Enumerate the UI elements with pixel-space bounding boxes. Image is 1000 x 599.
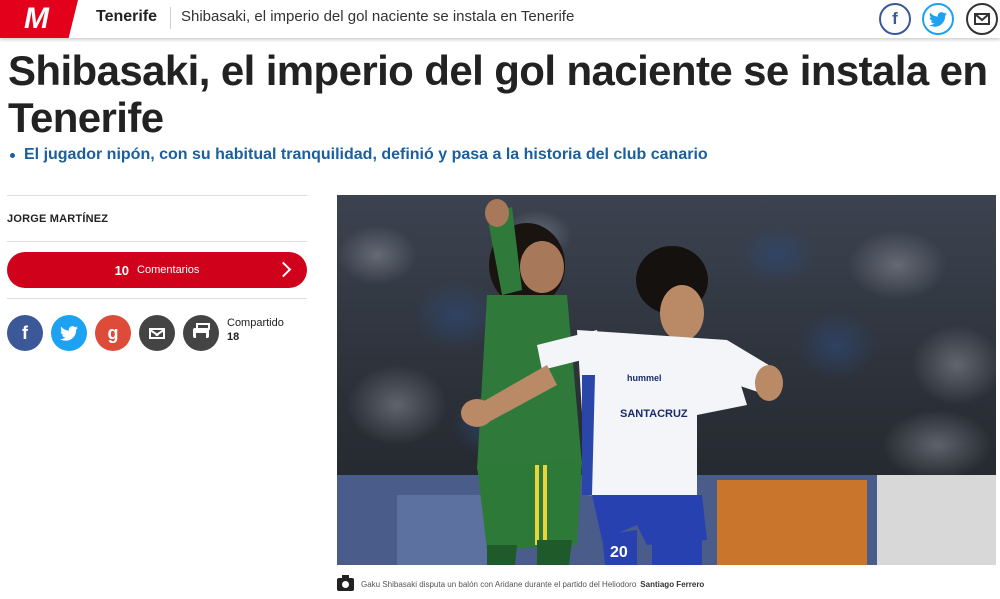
comments-label: Comentarios [137,264,200,276]
header-mail-share-button[interactable] [966,3,998,35]
photo-caption: Gaku Shibasaki disputa un balón con Arid… [337,575,997,591]
shared-count: 18 [227,331,240,343]
photo-credit: Santiago Ferrero [640,580,705,589]
shirt-number: 20 [610,544,628,561]
googleplus-share-button[interactable]: g [95,315,131,351]
article-headline: Shibasaki, el imperio del gol naciente s… [8,47,988,141]
caption-text: Gaku Shibasaki disputa un balón con Arid… [361,580,637,589]
header-article-title: Shibasaki, el imperio del gol naciente s… [181,8,575,25]
comments-count: 10 [114,262,130,278]
mail-icon [149,327,165,339]
header-divider [170,7,171,29]
article-subtitle: El jugador nipón, con su habitual tranqu… [8,146,988,164]
facebook-share-button[interactable]: f [7,315,43,351]
author-name[interactable]: JORGE MARTÍNEZ [7,196,307,241]
divider [7,241,307,242]
article-photo[interactable]: hummel SANTACRUZ 20 [337,195,996,565]
shirt-brand: hummel [627,373,662,383]
article-meta-column: JORGE MARTÍNEZ 10 Comentarios f g Compar… [7,195,307,375]
twitter-icon [60,325,78,341]
shirt-sponsor: SANTACRUZ [620,408,688,420]
mail-share-button[interactable] [139,315,175,351]
printer-icon [193,323,210,338]
shared-label: Compartido [227,317,284,329]
top-bar: M Tenerife Shibasaki, el imperio del gol… [0,0,1000,38]
share-row: f g Compartido 18 [7,315,307,375]
twitter-share-button[interactable] [51,315,87,351]
bullet-icon [10,152,15,158]
marca-logo[interactable]: M [0,0,78,38]
logo-letter: M [24,2,49,35]
shared-counter: Compartido 18 [227,317,284,343]
googleplus-icon: g [107,322,119,343]
print-button[interactable] [183,315,219,351]
mail-icon [974,13,990,25]
header-facebook-share-button[interactable]: f [879,3,911,35]
facebook-icon: f [22,322,28,343]
subtitle-text: El jugador nipón, con su habitual tranqu… [24,146,708,163]
twitter-icon [929,11,947,27]
camera-icon [337,575,354,591]
football-match-photo: hummel SANTACRUZ 20 [337,195,996,565]
section-link[interactable]: Tenerife [96,8,157,26]
chevron-right-icon [275,261,292,278]
divider [7,298,307,299]
facebook-icon: f [892,9,898,28]
comments-button[interactable]: 10 Comentarios [7,252,307,288]
header-twitter-share-button[interactable] [922,3,954,35]
